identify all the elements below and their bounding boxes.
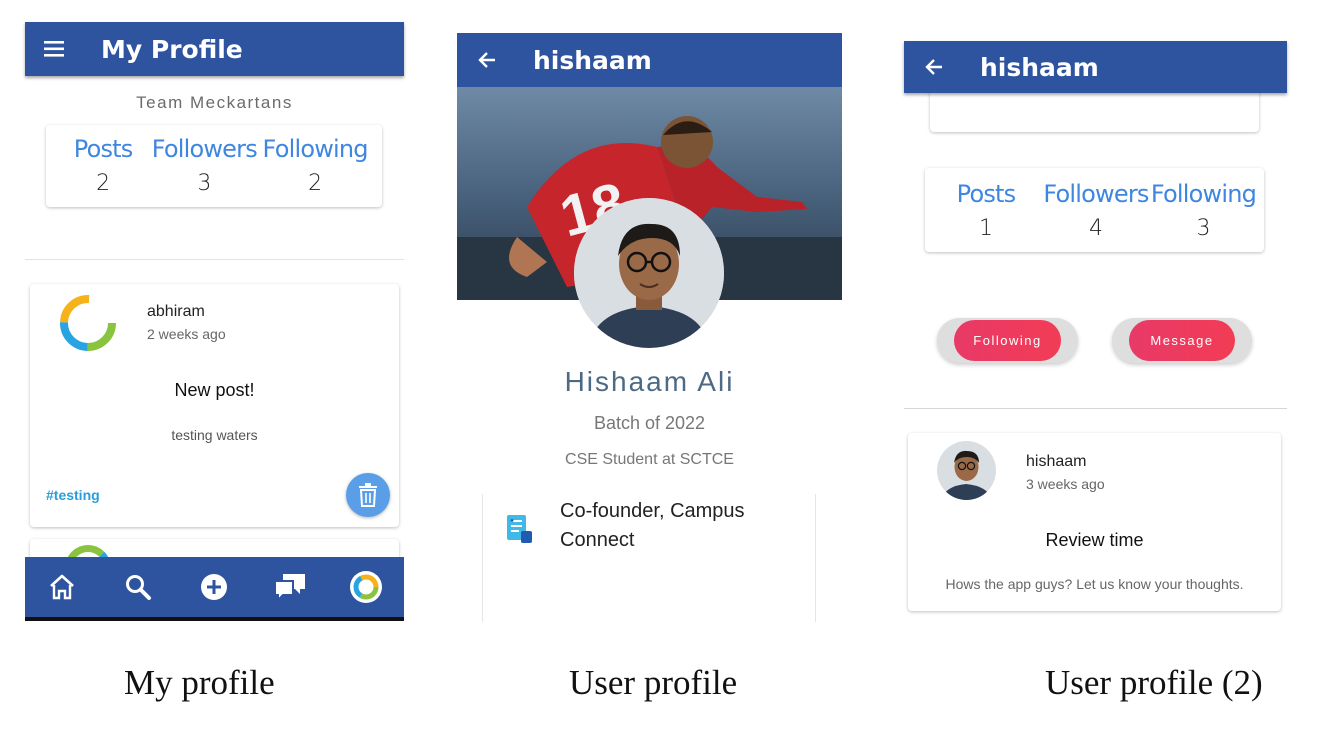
page-title: hishaam bbox=[533, 45, 652, 75]
following-label: Following bbox=[1150, 180, 1257, 208]
menu-icon[interactable] bbox=[44, 22, 66, 76]
stats-card: Posts 2 Followers 3 Following 2 bbox=[46, 125, 382, 207]
stats-card: Posts 1 Followers 4 Following 3 bbox=[925, 168, 1264, 252]
profile-nav-icon[interactable] bbox=[346, 557, 386, 617]
add-circle-icon[interactable] bbox=[194, 557, 234, 617]
search-icon[interactable] bbox=[118, 557, 158, 617]
delete-button[interactable] bbox=[346, 473, 390, 517]
followers-stat[interactable]: Followers 3 bbox=[152, 135, 258, 196]
caption-user-profile-2: User profile (2) bbox=[1045, 663, 1263, 702]
caption-user-profile: User profile bbox=[569, 663, 738, 702]
position-line-1: Co-founder, Campus bbox=[560, 500, 745, 522]
app-bar: hishaam bbox=[904, 41, 1287, 93]
back-arrow-icon[interactable] bbox=[477, 33, 497, 87]
avatar bbox=[937, 441, 996, 500]
back-arrow-icon[interactable] bbox=[924, 41, 944, 93]
post-tag[interactable]: #testing bbox=[46, 487, 100, 503]
followers-label: Followers bbox=[1043, 180, 1149, 208]
position-line-2: Connect bbox=[560, 529, 635, 551]
posts-label: Posts bbox=[956, 180, 1017, 208]
post-body: Hows the app guys? Let us know your thou… bbox=[945, 576, 1244, 592]
message-button-track: Message bbox=[1112, 318, 1252, 363]
chat-icon[interactable] bbox=[270, 557, 310, 617]
nav-bottom-edge bbox=[25, 617, 404, 621]
posts-label: Posts bbox=[73, 135, 134, 163]
posts-stat[interactable]: Posts 2 bbox=[46, 135, 160, 196]
avatar-ring-icon bbox=[350, 571, 382, 603]
followers-label: Followers bbox=[151, 135, 258, 163]
delete-icon bbox=[359, 483, 377, 507]
post-time: 3 weeks ago bbox=[1026, 476, 1105, 492]
bottom-nav bbox=[25, 557, 404, 617]
document-icon bbox=[505, 513, 535, 550]
post-time: 2 weeks ago bbox=[147, 326, 226, 342]
avatar-ring-icon bbox=[60, 295, 116, 351]
following-stat[interactable]: Following 3 bbox=[1145, 180, 1262, 241]
following-label: Following bbox=[262, 135, 369, 163]
position-card: Co-founder, Campus Connect bbox=[482, 494, 816, 622]
message-button[interactable]: Message bbox=[1129, 320, 1235, 361]
app-bar: hishaam bbox=[457, 33, 842, 87]
post-card[interactable]: hishaam 3 weeks ago Review time Hows the… bbox=[908, 433, 1281, 611]
post-title: Review time bbox=[1045, 530, 1144, 550]
following-button[interactable]: Following bbox=[954, 320, 1061, 361]
posts-count: 1 bbox=[979, 216, 993, 241]
followers-count: 3 bbox=[197, 171, 212, 196]
page-title: hishaam bbox=[980, 52, 1099, 82]
profile-avatar[interactable] bbox=[574, 198, 724, 348]
followers-count: 4 bbox=[1089, 216, 1103, 241]
following-count: 2 bbox=[308, 171, 323, 196]
following-count: 3 bbox=[1196, 216, 1211, 241]
caption-my-profile: My profile bbox=[124, 663, 275, 702]
page-title: My Profile bbox=[101, 34, 243, 64]
home-icon[interactable] bbox=[42, 557, 82, 617]
post-card[interactable]: abhiram 2 weeks ago New post! testing wa… bbox=[30, 284, 399, 527]
post-body: testing waters bbox=[171, 427, 258, 443]
profile-name: Hishaam Ali bbox=[564, 366, 735, 397]
following-stat[interactable]: Following 2 bbox=[248, 135, 382, 196]
following-button-track: Following bbox=[937, 318, 1078, 363]
posts-count: 2 bbox=[96, 171, 111, 196]
post-author: abhiram bbox=[147, 303, 205, 320]
divider bbox=[904, 408, 1287, 409]
post-author: hishaam bbox=[1026, 453, 1087, 470]
post-title: New post! bbox=[174, 380, 255, 400]
profile-batch: Batch of 2022 bbox=[593, 413, 706, 433]
team-name: Team Meckartans bbox=[136, 93, 293, 112]
posts-stat[interactable]: Posts 1 bbox=[925, 180, 1047, 241]
divider bbox=[25, 259, 404, 260]
app-bar: My Profile bbox=[25, 22, 404, 76]
avatar bbox=[57, 292, 119, 359]
followers-stat[interactable]: Followers 4 bbox=[1043, 180, 1149, 241]
profile-role: CSE Student at SCTCE bbox=[565, 451, 734, 468]
